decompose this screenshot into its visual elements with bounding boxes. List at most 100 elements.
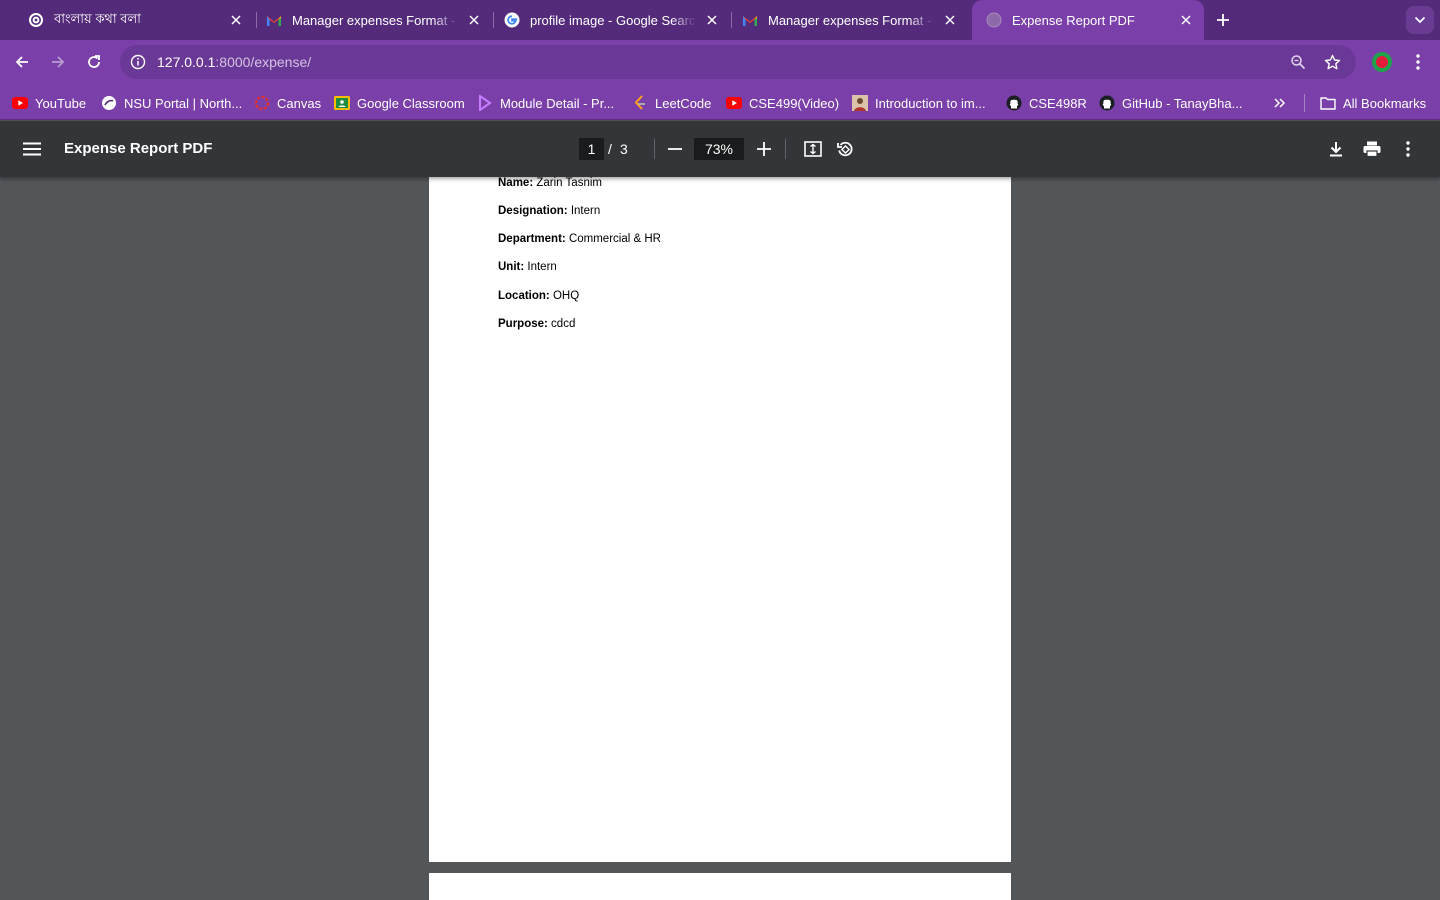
bookmark-star-icon[interactable] [1322, 52, 1342, 72]
download-button[interactable] [1322, 135, 1350, 163]
field-purpose: Purpose: cdcd [498, 318, 575, 330]
close-icon[interactable] [1176, 10, 1196, 30]
tab-expense-report-pdf[interactable]: Expense Report PDF [972, 0, 1204, 40]
field-unit: Unit: Intern [498, 261, 557, 273]
gmail-icon [266, 12, 282, 28]
pdf-more-button[interactable] [1394, 135, 1422, 163]
reload-icon [88, 55, 100, 68]
bookmark-label: Google Classroom [357, 95, 465, 111]
bookmark-github-tanay[interactable]: GitHub - TanayBha... [1099, 93, 1242, 113]
field-value: cdcd [551, 318, 576, 330]
site-info-icon[interactable] [128, 52, 148, 72]
arrow-right-icon [52, 56, 65, 68]
tab-bangla-chat[interactable]: বাংলায় কথা বলা [14, 6, 254, 34]
new-tab-button[interactable] [1211, 8, 1235, 32]
bookmark-label: Canvas [277, 95, 322, 111]
back-button[interactable] [8, 48, 36, 76]
bookmark-youtube[interactable]: YouTube [12, 93, 86, 113]
toolbar-divider [785, 139, 786, 159]
browser-menu-button[interactable] [1404, 48, 1432, 76]
bookmark-cse498r[interactable]: CSE498R [1006, 93, 1087, 113]
close-icon[interactable] [702, 10, 722, 30]
bookmark-label: Module Detail - Pr... [500, 95, 615, 111]
tab-google-search[interactable]: profile image - Google Search [490, 6, 730, 34]
bookmark-label: YouTube [35, 95, 87, 111]
browser-toolbar: 127.0.0.1:8000/expense/ [0, 40, 1440, 85]
bookmarks-separator [1304, 94, 1305, 112]
field-label: Designation: [498, 205, 568, 217]
bookmark-label: Introduction to im... [875, 95, 986, 111]
url-host: 127.0.0.1 [157, 54, 216, 70]
openai-icon [28, 12, 44, 28]
tab-title: Manager expenses Format - p [292, 12, 458, 28]
minus-icon [668, 148, 682, 150]
more-vertical-icon [1416, 54, 1420, 70]
field-label: Department: [498, 233, 566, 245]
bookmark-cse499-video[interactable]: CSE499(Video) [726, 93, 839, 113]
all-bookmarks-button[interactable]: All Bookmarks [1320, 93, 1426, 113]
page-separator: / [608, 141, 612, 157]
zoom-out-button[interactable] [661, 135, 689, 163]
toolbar-divider [654, 139, 655, 159]
gmail-icon [742, 12, 758, 28]
profile-avatar[interactable] [1372, 52, 1392, 72]
pdf-toolbar: Expense Report PDF 1 / 3 73% [0, 121, 1440, 177]
bookmarks-overflow-button[interactable] [1272, 93, 1295, 113]
youtube-icon [726, 95, 742, 111]
pdf-page-2 [429, 873, 1011, 900]
pdf-title: Expense Report PDF [64, 140, 213, 157]
tab-search-button[interactable] [1406, 6, 1434, 34]
bookmark-module-detail[interactable]: Module Detail - Pr... [477, 93, 614, 113]
zoom-in-button[interactable] [750, 135, 778, 163]
fit-to-page-button[interactable] [799, 135, 827, 163]
rotate-counterclockwise-icon [837, 141, 853, 157]
forward-button[interactable] [44, 48, 72, 76]
bookmark-label: LeetCode [655, 95, 712, 111]
arrow-left-icon [15, 56, 28, 68]
print-button[interactable] [1358, 135, 1386, 163]
zoom-icon[interactable] [1288, 52, 1308, 72]
field-label: Name: [498, 177, 534, 189]
tab-manager-expenses-1[interactable]: Manager expenses Format - p [252, 6, 492, 34]
field-location: Location: OHQ [498, 290, 579, 302]
close-icon[interactable] [464, 10, 484, 30]
address-bar[interactable]: 127.0.0.1:8000/expense/ [120, 45, 1356, 79]
bookmark-introduction[interactable]: Introduction to im... [852, 93, 986, 113]
field-name: Name: Zarin Tasnim [498, 177, 602, 189]
nsu-icon [101, 95, 117, 111]
field-value: Commercial & HR [568, 233, 661, 245]
canvas-icon [254, 95, 270, 111]
field-label: Unit: [498, 261, 525, 273]
field-department: Department: Commercial & HR [498, 233, 661, 245]
pdf-page-1: Name: Zarin Tasnim Designation: Intern D… [429, 160, 1011, 862]
rotate-button[interactable] [831, 135, 859, 163]
fit-page-icon [804, 141, 822, 157]
bookmark-label: NSU Portal | North... [124, 95, 243, 111]
tab-title: Manager expenses Format - p [768, 12, 934, 28]
bookmark-google-classroom[interactable]: Google Classroom [334, 93, 465, 113]
github-icon [1099, 95, 1115, 111]
page-number-input[interactable]: 1 [579, 138, 604, 160]
bookmark-leetcode[interactable]: LeetCode [632, 93, 711, 113]
field-designation: Designation: Intern [498, 205, 600, 217]
field-value: Intern [570, 205, 601, 217]
close-icon[interactable] [226, 10, 246, 30]
bookmark-canvas[interactable]: Canvas [254, 93, 321, 113]
reload-button[interactable] [80, 48, 108, 76]
bookmark-label: CSE499(Video) [749, 95, 840, 111]
url-path: :8000/expense/ [215, 54, 312, 70]
close-icon[interactable] [940, 10, 960, 30]
more-vertical-icon [1406, 141, 1410, 157]
url-text: 127.0.0.1:8000/expense/ [157, 54, 311, 70]
tab-manager-expenses-2[interactable]: Manager expenses Format - p [728, 6, 968, 34]
zoom-input[interactable]: 73% [694, 138, 744, 160]
tab-title: profile image - Google Search [530, 12, 696, 28]
hamburger-icon [23, 142, 41, 156]
field-label: Location: [498, 290, 550, 302]
google-icon [504, 12, 520, 28]
download-icon [1330, 142, 1342, 157]
sidebar-menu-button[interactable] [18, 135, 46, 163]
github-icon [1006, 95, 1022, 111]
bookmark-nsu-portal[interactable]: NSU Portal | North... [101, 93, 242, 113]
field-value: Intern [527, 261, 557, 273]
